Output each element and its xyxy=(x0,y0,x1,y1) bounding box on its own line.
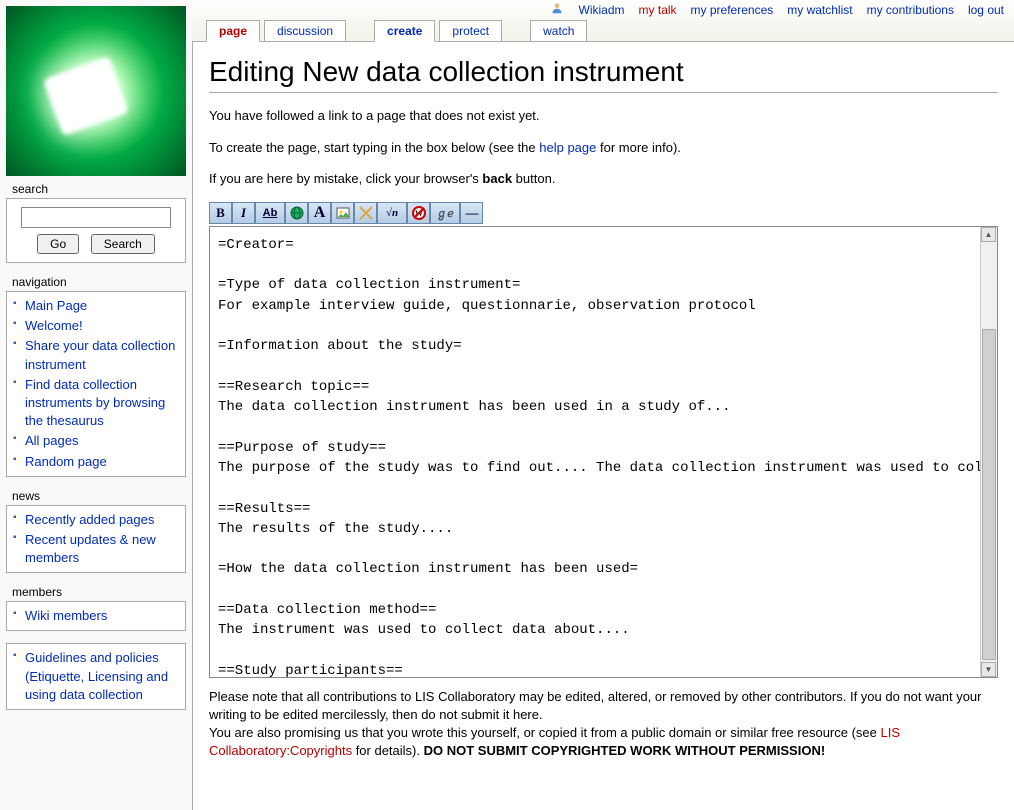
tool-media[interactable] xyxy=(354,202,377,224)
intro-create-pre: To create the page, start typing in the … xyxy=(209,140,539,155)
tool-hr[interactable]: — xyxy=(460,202,483,224)
watchlist-link[interactable]: my watchlist xyxy=(787,3,852,17)
intro-mistake-post: button. xyxy=(512,171,555,186)
intro-mistake: If you are here by mistake, click your b… xyxy=(209,170,998,188)
tool-headline[interactable]: A xyxy=(308,202,331,224)
logout-link[interactable]: log out xyxy=(968,3,1004,17)
tool-external-link[interactable] xyxy=(285,202,308,224)
intro-create: To create the page, start typing in the … xyxy=(209,139,998,157)
mytalk-link[interactable]: my talk xyxy=(639,3,677,17)
tab-protect[interactable]: protect xyxy=(439,20,502,42)
nav-heading: navigation xyxy=(12,275,186,289)
user-icon xyxy=(551,2,565,17)
notice-line2-mid: for details). xyxy=(352,743,424,758)
members-link[interactable]: Wiki members xyxy=(25,608,107,623)
notice-line1: Please note that all contributions to LI… xyxy=(209,689,981,722)
intro-mistake-pre: If you are here by mistake, click your b… xyxy=(209,171,482,186)
nav-share[interactable]: Share your data collection instrument xyxy=(25,338,175,371)
scroll-thumb[interactable] xyxy=(982,329,996,660)
user-link[interactable]: Wikiadm xyxy=(579,3,625,17)
tool-nowiki[interactable]: W xyxy=(407,202,430,224)
news-heading: news xyxy=(12,489,186,503)
news-recent-pages[interactable]: Recently added pages xyxy=(25,512,154,527)
tab-spacer2 xyxy=(506,20,526,42)
page-title: Editing New data collection instrument xyxy=(209,56,998,93)
tab-watch[interactable]: watch xyxy=(530,20,587,42)
scroll-up-icon[interactable]: ▲ xyxy=(981,227,996,242)
tab-page[interactable]: page xyxy=(206,20,260,42)
search-input[interactable] xyxy=(21,207,171,228)
intro-create-post: for more info). xyxy=(596,140,681,155)
edit-textarea[interactable] xyxy=(210,227,980,677)
go-button[interactable]: Go xyxy=(37,234,79,254)
tool-internal-link[interactable]: Ab xyxy=(255,202,285,224)
members-heading: members xyxy=(12,585,186,599)
notice-line2-pre: You are also promising us that you wrote… xyxy=(209,725,881,740)
edit-toolbar: B I Ab A √n W ℊℯ — xyxy=(209,202,998,224)
scroll-down-icon[interactable]: ▼ xyxy=(981,662,996,677)
site-logo[interactable] xyxy=(6,6,186,176)
nav-random[interactable]: Random page xyxy=(25,454,107,469)
nav-allpages[interactable]: All pages xyxy=(25,433,78,448)
tab-discussion[interactable]: discussion xyxy=(264,20,346,42)
contribs-link[interactable]: my contributions xyxy=(867,3,954,17)
search-heading: search xyxy=(12,182,186,196)
tool-signature[interactable]: ℊℯ xyxy=(430,202,460,224)
puzzle-piece-icon xyxy=(43,56,129,136)
nav-main-page[interactable]: Main Page xyxy=(25,298,87,313)
tool-italic[interactable]: I xyxy=(232,202,255,224)
tab-spacer xyxy=(350,20,370,42)
nav-find[interactable]: Find data collection instruments by brow… xyxy=(25,377,165,428)
news-recent-updates[interactable]: Recent updates & new members xyxy=(25,532,156,565)
scrollbar[interactable]: ▲ ▼ xyxy=(980,227,997,677)
back-word: back xyxy=(482,171,512,186)
intro-notexist: You have followed a link to a page that … xyxy=(209,107,998,125)
search-button[interactable]: Search xyxy=(91,234,155,254)
nav-welcome[interactable]: Welcome! xyxy=(25,318,83,333)
tool-image[interactable] xyxy=(331,202,354,224)
notice-warn: DO NOT SUBMIT COPYRIGHTED WORK WITHOUT P… xyxy=(424,743,826,758)
help-page-link[interactable]: help page xyxy=(539,140,596,155)
tab-create[interactable]: create xyxy=(374,20,435,42)
guidelines-link[interactable]: Guidelines and policies (Etiquette, Lice… xyxy=(25,650,168,701)
tool-bold[interactable]: B xyxy=(209,202,232,224)
tool-math[interactable]: √n xyxy=(377,202,407,224)
prefs-link[interactable]: my preferences xyxy=(691,3,774,17)
